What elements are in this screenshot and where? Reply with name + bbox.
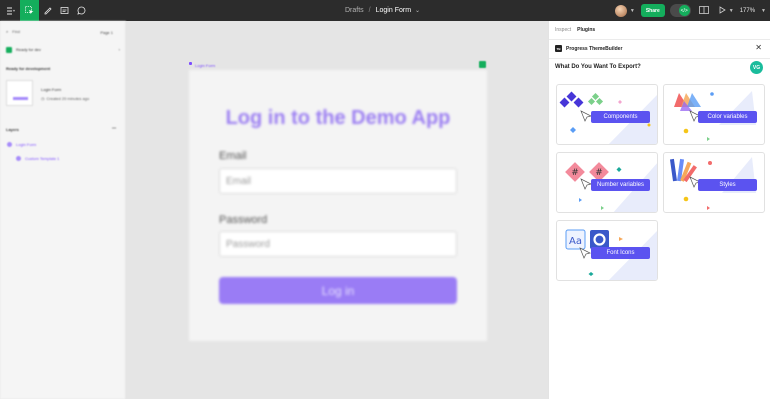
move-tool-button[interactable] xyxy=(20,0,39,21)
frame-label[interactable]: Login Form xyxy=(195,63,215,68)
annotate-tool-button[interactable] xyxy=(39,0,56,21)
divider xyxy=(549,39,770,40)
export-card-components[interactable]: Components xyxy=(556,84,658,145)
frame-layer-icon xyxy=(7,142,12,147)
library-book-icon[interactable] xyxy=(698,5,709,16)
export-card-styles[interactable]: Styles xyxy=(663,152,765,213)
svg-text:#: # xyxy=(571,168,579,178)
layer-label: Custom Template 1 xyxy=(25,156,60,161)
frame-thumbnail[interactable] xyxy=(6,80,33,106)
panel-tabs: Inspect Plugins xyxy=(555,27,601,33)
present-play-icon[interactable] xyxy=(719,5,726,16)
color-variables-button[interactable]: Color variables xyxy=(698,111,757,123)
right-panel: Inspect Plugins TB Progress ThemeBuilder… xyxy=(548,21,770,399)
plugin-header: TB Progress ThemeBuilder xyxy=(555,45,622,52)
export-card-color-variables[interactable]: Color variables xyxy=(663,84,765,145)
ready-item-meta-text: Created 20 minutes ago xyxy=(46,96,90,101)
comment-bubble-icon xyxy=(77,6,86,15)
measure-tool-button[interactable] xyxy=(56,0,73,21)
dev-mode-toggle[interactable]: </> xyxy=(669,4,691,17)
share-button[interactable]: Share xyxy=(640,4,665,17)
frame-icon xyxy=(189,62,192,65)
chevron-down-icon[interactable]: ▼ xyxy=(630,8,635,14)
chevron-right-icon: › xyxy=(118,47,120,52)
file-breadcrumb: Drafts / Login Form ⌄ xyxy=(345,0,420,21)
svg-text:#: # xyxy=(595,168,603,178)
ready-item-title[interactable]: Login Form xyxy=(41,87,61,92)
styles-button[interactable]: Styles xyxy=(698,179,757,191)
email-field[interactable]: Email xyxy=(219,168,457,194)
toolbar-right-actions: ▼ Share </> ▼ 177% ▼ xyxy=(614,0,770,21)
zoom-level[interactable]: 177% xyxy=(740,8,755,14)
page-selector[interactable]: Page 1 xyxy=(100,30,113,35)
login-title: Log in to the Demo App xyxy=(225,107,451,129)
figma-menu-icon xyxy=(6,7,15,14)
clock-icon: ◷ xyxy=(41,96,45,101)
inspect-box-icon xyxy=(60,7,69,14)
user-avatar-badge[interactable]: VG xyxy=(750,61,763,74)
ready-item-meta: ◷ Created 20 minutes ago xyxy=(41,96,89,101)
ready-status-marker[interactable] xyxy=(479,61,486,68)
breadcrumb-separator: / xyxy=(368,7,371,14)
svg-text:Aa: Aa xyxy=(569,236,582,247)
user-avatar[interactable] xyxy=(614,4,627,17)
more-options-icon[interactable]: ••• xyxy=(112,125,116,130)
tab-inspect[interactable]: Inspect xyxy=(555,27,571,33)
export-card-number-variables[interactable]: # # Number variables xyxy=(556,152,658,213)
components-button[interactable]: Components xyxy=(591,111,650,123)
ready-chip-label: Ready for dev xyxy=(16,47,41,52)
component-layer-icon xyxy=(16,156,21,161)
divider xyxy=(549,58,770,59)
ready-section-title: Ready for development xyxy=(6,66,51,71)
password-label: Password xyxy=(219,214,268,226)
export-title: What Do You Want To Export? xyxy=(555,64,641,70)
main-menu-button[interactable] xyxy=(0,0,20,21)
ready-for-dev-chip[interactable]: Ready for dev › xyxy=(6,45,120,54)
password-field[interactable]: Password xyxy=(219,231,457,257)
chevron-down-icon[interactable]: ▼ xyxy=(761,8,766,14)
pencil-ruler-icon xyxy=(44,7,52,15)
file-name[interactable]: Login Form xyxy=(376,7,411,14)
search-input[interactable]: Find xyxy=(12,29,20,34)
chevron-down-icon[interactable]: ▼ xyxy=(729,8,734,14)
search-field[interactable]: ⌕ Find xyxy=(6,29,20,34)
export-card-font-icons[interactable]: Aa Font Icons xyxy=(556,220,658,281)
close-icon[interactable]: ✕ xyxy=(755,43,762,52)
layer-label: Login Form xyxy=(16,142,37,147)
plugin-logo-icon: TB xyxy=(555,45,562,52)
dev-mode-code-icon: </> xyxy=(678,5,690,16)
search-icon: ⌕ xyxy=(6,29,9,34)
login-button[interactable]: Log in xyxy=(219,277,457,304)
number-variables-button[interactable]: Number variables xyxy=(591,179,650,191)
figma-app: Drafts / Login Form ⌄ ▼ Share </> ▼ 177%… xyxy=(0,0,770,399)
plugin-name: Progress ThemeBuilder xyxy=(566,45,623,52)
comment-tool-button[interactable] xyxy=(73,0,90,21)
layer-row[interactable]: Login Form xyxy=(7,142,36,147)
login-form-frame[interactable]: Log in to the Demo App Email Email Passw… xyxy=(189,70,487,341)
cursor-select-icon xyxy=(25,6,34,15)
top-toolbar: Drafts / Login Form ⌄ ▼ Share </> ▼ 177%… xyxy=(0,0,770,21)
layer-row[interactable]: Custom Template 1 xyxy=(16,156,59,161)
ready-status-icon xyxy=(6,46,12,53)
left-sidebar: ⌕ Find Page 1 Ready for dev › Ready for … xyxy=(0,21,126,399)
chevron-down-icon[interactable]: ⌄ xyxy=(415,7,420,14)
breadcrumb-parent[interactable]: Drafts xyxy=(345,7,364,14)
email-label: Email xyxy=(219,150,247,162)
font-icons-button[interactable]: Font Icons xyxy=(591,247,650,259)
layers-title: Layers xyxy=(6,127,19,132)
tab-plugins[interactable]: Plugins xyxy=(577,27,595,33)
